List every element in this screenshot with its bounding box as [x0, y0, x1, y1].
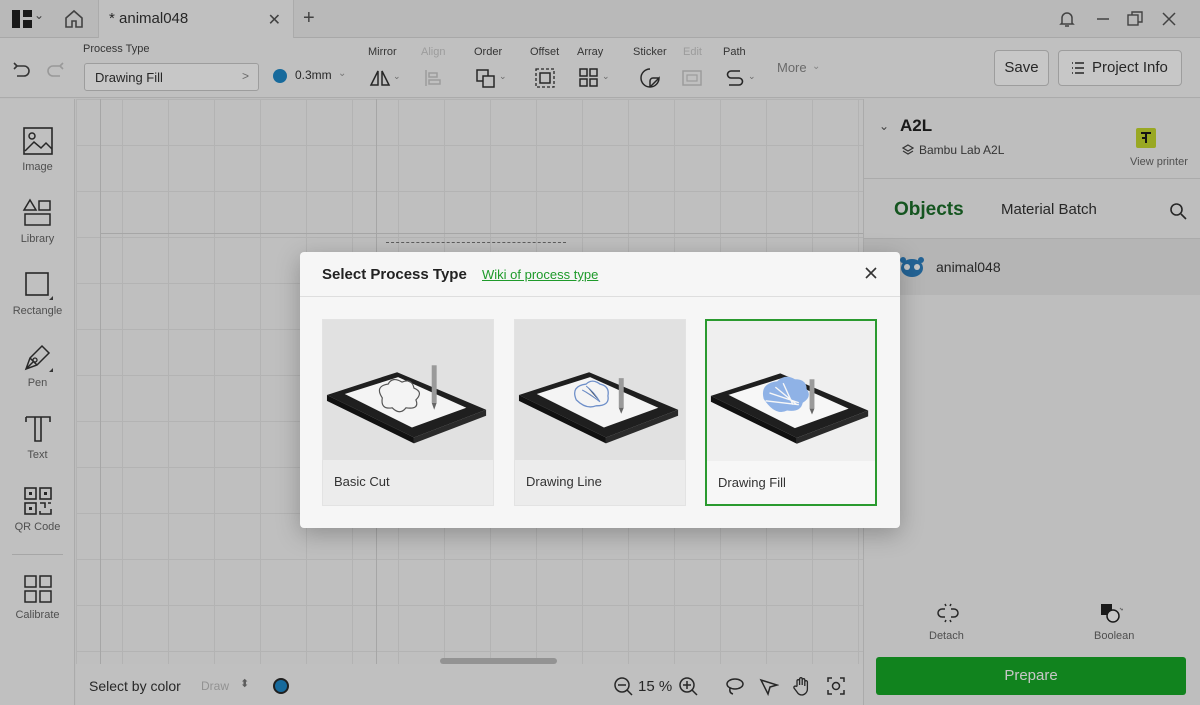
wiki-process-type-link[interactable]: Wiki of process type	[482, 267, 598, 282]
dialog-divider	[300, 296, 900, 297]
option-label: Drawing Line	[526, 474, 602, 489]
option-label: Basic Cut	[334, 474, 390, 489]
select-process-type-dialog: Select Process Type Wiki of process type…	[300, 252, 900, 528]
process-option-drawing-line[interactable]: Drawing Line	[514, 319, 686, 506]
drawing-fill-preview	[707, 321, 875, 461]
process-option-basic-cut[interactable]: Basic Cut	[322, 319, 494, 506]
option-label: Drawing Fill	[718, 475, 786, 490]
close-icon[interactable]	[863, 265, 879, 281]
process-option-drawing-fill[interactable]: Drawing Fill	[705, 319, 877, 506]
basic-cut-preview	[323, 320, 493, 460]
drawing-line-preview	[515, 320, 685, 460]
dialog-title: Select Process Type	[322, 266, 467, 283]
